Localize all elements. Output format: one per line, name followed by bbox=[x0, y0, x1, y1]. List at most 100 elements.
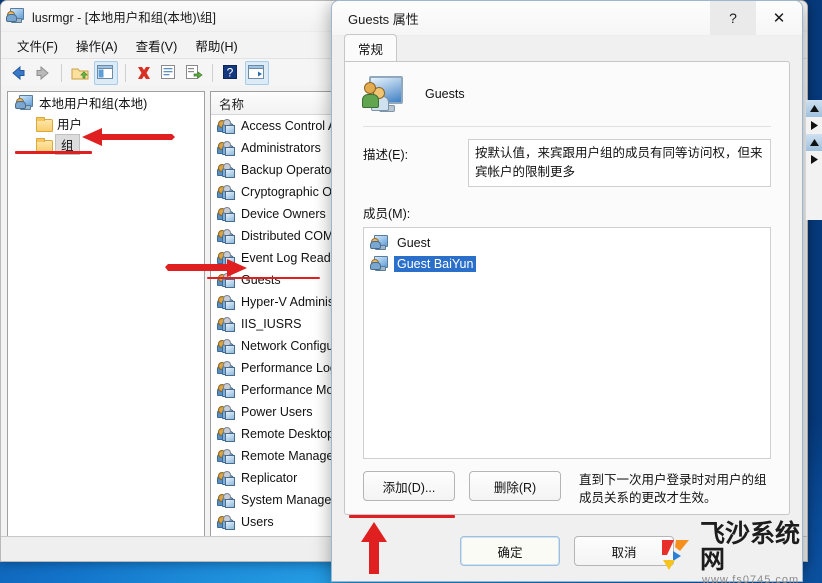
group-icon bbox=[217, 294, 235, 310]
scroll-up-button[interactable] bbox=[806, 100, 822, 117]
computer-icon bbox=[15, 95, 33, 110]
window-title: lusrmgr - [本地用户和组(本地)\组] bbox=[32, 10, 217, 25]
tab-panel-general: Guests 描述(E): 按默认值，来宾跟用户组的成员有同等访问权，但来宾帐户… bbox=[344, 61, 790, 515]
tree-item-groups-label: 组 bbox=[55, 134, 80, 155]
dialog-title: Guests 属性 bbox=[348, 11, 419, 27]
group-icon bbox=[217, 382, 235, 398]
description-field-row: 描述(E): 按默认值，来宾跟用户组的成员有同等访问权，但来宾帐户的限制更多 bbox=[345, 127, 789, 187]
list-item-label: Access Control As bbox=[241, 119, 343, 133]
group-icon bbox=[217, 316, 235, 332]
cancel-button[interactable]: 取消 bbox=[574, 536, 674, 566]
delete-x-icon[interactable] bbox=[133, 62, 155, 84]
back-arrow-icon[interactable] bbox=[7, 62, 29, 84]
group-icon bbox=[217, 492, 235, 508]
show-action-pane-icon[interactable] bbox=[245, 61, 269, 85]
help-question-icon[interactable]: ? bbox=[710, 1, 756, 35]
menu-file[interactable]: 文件(F) bbox=[9, 33, 66, 58]
tree-item-groups[interactable]: 组 bbox=[8, 134, 204, 155]
svg-text:?: ? bbox=[227, 66, 234, 80]
toolbar-separator bbox=[61, 64, 62, 82]
add-button[interactable]: 添加(D)... bbox=[363, 471, 455, 501]
group-icon bbox=[217, 118, 235, 134]
group-icon bbox=[217, 448, 235, 464]
list-item-label: System Managed bbox=[241, 493, 339, 507]
group-computer-icon bbox=[362, 76, 403, 112]
member-list-item[interactable]: Guest BaiYun bbox=[364, 253, 770, 274]
menu-action[interactable]: 操作(A) bbox=[68, 33, 126, 58]
forward-arrow-icon[interactable] bbox=[32, 62, 54, 84]
show-hide-tree-icon[interactable] bbox=[94, 61, 118, 85]
group-icon bbox=[217, 470, 235, 486]
description-label: 描述(E): bbox=[363, 148, 409, 162]
member-list-item-label: Guest bbox=[397, 235, 431, 250]
list-item-label: Administrators bbox=[241, 141, 321, 155]
member-list-item-label: Guest BaiYun bbox=[394, 255, 477, 272]
watermark-url: www.fs0745.com bbox=[702, 574, 800, 583]
group-icon bbox=[217, 184, 235, 200]
tree-item-users[interactable]: 用户 bbox=[8, 113, 204, 134]
folder-icon-2 bbox=[36, 138, 53, 153]
tree-root-label: 本地用户和组(本地) bbox=[39, 97, 148, 111]
group-icon bbox=[217, 162, 235, 178]
watermark: 飞沙系统网 www.fs0745.com bbox=[660, 521, 816, 583]
members-listbox[interactable]: Guest Guest BaiYun bbox=[363, 227, 771, 459]
list-item-label: Performance Mon bbox=[241, 383, 341, 397]
watermark-text-block: 飞沙系统网 www.fs0745.com bbox=[700, 521, 816, 583]
group-icon bbox=[217, 206, 235, 222]
close-icon[interactable]: ✕ bbox=[756, 1, 802, 35]
list-item-label: Cryptographic Op bbox=[241, 185, 339, 199]
member-list-item[interactable]: Guest bbox=[364, 232, 770, 253]
help-icon[interactable]: ? bbox=[220, 62, 242, 84]
column-header-name[interactable]: 名称 bbox=[211, 92, 339, 114]
menu-view[interactable]: 查看(V) bbox=[128, 33, 186, 58]
group-icon bbox=[217, 404, 235, 420]
screen-root: lusrmgr - [本地用户和组(本地)\组] 文件(F) 操作(A) 查看(… bbox=[0, 0, 822, 583]
group-icon bbox=[217, 338, 235, 354]
description-input[interactable]: 按默认值，来宾跟用户组的成员有同等访问权，但来宾帐户的限制更多 bbox=[468, 139, 771, 187]
scroll-up-button-2[interactable] bbox=[806, 134, 822, 151]
list-item-label: Performance Log bbox=[241, 361, 337, 375]
members-rows-container: Guest Guest BaiYun bbox=[364, 232, 770, 274]
tab-general[interactable]: 常规 bbox=[344, 34, 398, 63]
tree-pane: 本地用户和组(本地) 用户 组 bbox=[7, 91, 205, 537]
group-icon bbox=[217, 140, 235, 156]
list-item-label: Guests bbox=[241, 273, 281, 287]
ok-button[interactable]: 确定 bbox=[460, 536, 560, 566]
computer-users-icon bbox=[6, 8, 25, 24]
list-item-label: Power Users bbox=[241, 405, 313, 419]
group-icon bbox=[217, 426, 235, 442]
list-item-label: Hyper-V Administr bbox=[241, 295, 342, 309]
menu-help[interactable]: 帮助(H) bbox=[187, 33, 245, 58]
scroll-right-button[interactable] bbox=[806, 117, 822, 134]
export-list-icon[interactable] bbox=[183, 62, 205, 84]
tree-item-users-label: 用户 bbox=[57, 118, 83, 132]
group-name-label: Guests bbox=[425, 87, 465, 101]
group-icon bbox=[217, 228, 235, 244]
members-label: 成员(M): bbox=[363, 207, 411, 221]
watermark-name: 飞沙系统网 bbox=[700, 519, 801, 574]
site-logo-icon bbox=[660, 537, 694, 571]
dialog-titlebar[interactable]: Guests 属性 ? ✕ bbox=[332, 1, 802, 36]
group-icon bbox=[217, 272, 235, 288]
properties-icon[interactable] bbox=[158, 62, 180, 84]
group-icon bbox=[217, 250, 235, 266]
tree-root-node[interactable]: 本地用户和组(本地) bbox=[8, 92, 204, 113]
list-item-label: Network Configura bbox=[241, 339, 345, 353]
user-computer-icon bbox=[370, 235, 388, 250]
list-item-label: Users bbox=[241, 515, 274, 529]
guests-properties-dialog: Guests 属性 ? ✕ 常规 Guests 描述(E): 按默认值，来宾跟用… bbox=[331, 0, 803, 582]
remove-button[interactable]: 删除(R) bbox=[469, 471, 561, 501]
up-folder-icon[interactable] bbox=[69, 62, 91, 84]
scroll-right-button-2[interactable] bbox=[806, 151, 822, 168]
list-item-label: Device Owners bbox=[241, 207, 326, 221]
list-item-label: Replicator bbox=[241, 471, 298, 485]
edge-scroll-strip[interactable] bbox=[805, 100, 822, 220]
members-hint-text: 直到下一次用户登录时对用户的组成员关系的更改才生效。 bbox=[579, 473, 767, 505]
group-icon bbox=[217, 360, 235, 376]
member-actions-row: 添加(D)... 删除(R) 直到下一次用户登录时对用户的组成员关系的更改才生效… bbox=[345, 459, 789, 507]
list-item-label: Remote Managem bbox=[241, 449, 344, 463]
toolbar-separator-2 bbox=[125, 64, 126, 82]
group-header: Guests bbox=[345, 62, 789, 112]
list-item-label: IIS_IUSRS bbox=[241, 317, 302, 331]
folder-icon bbox=[36, 117, 53, 132]
